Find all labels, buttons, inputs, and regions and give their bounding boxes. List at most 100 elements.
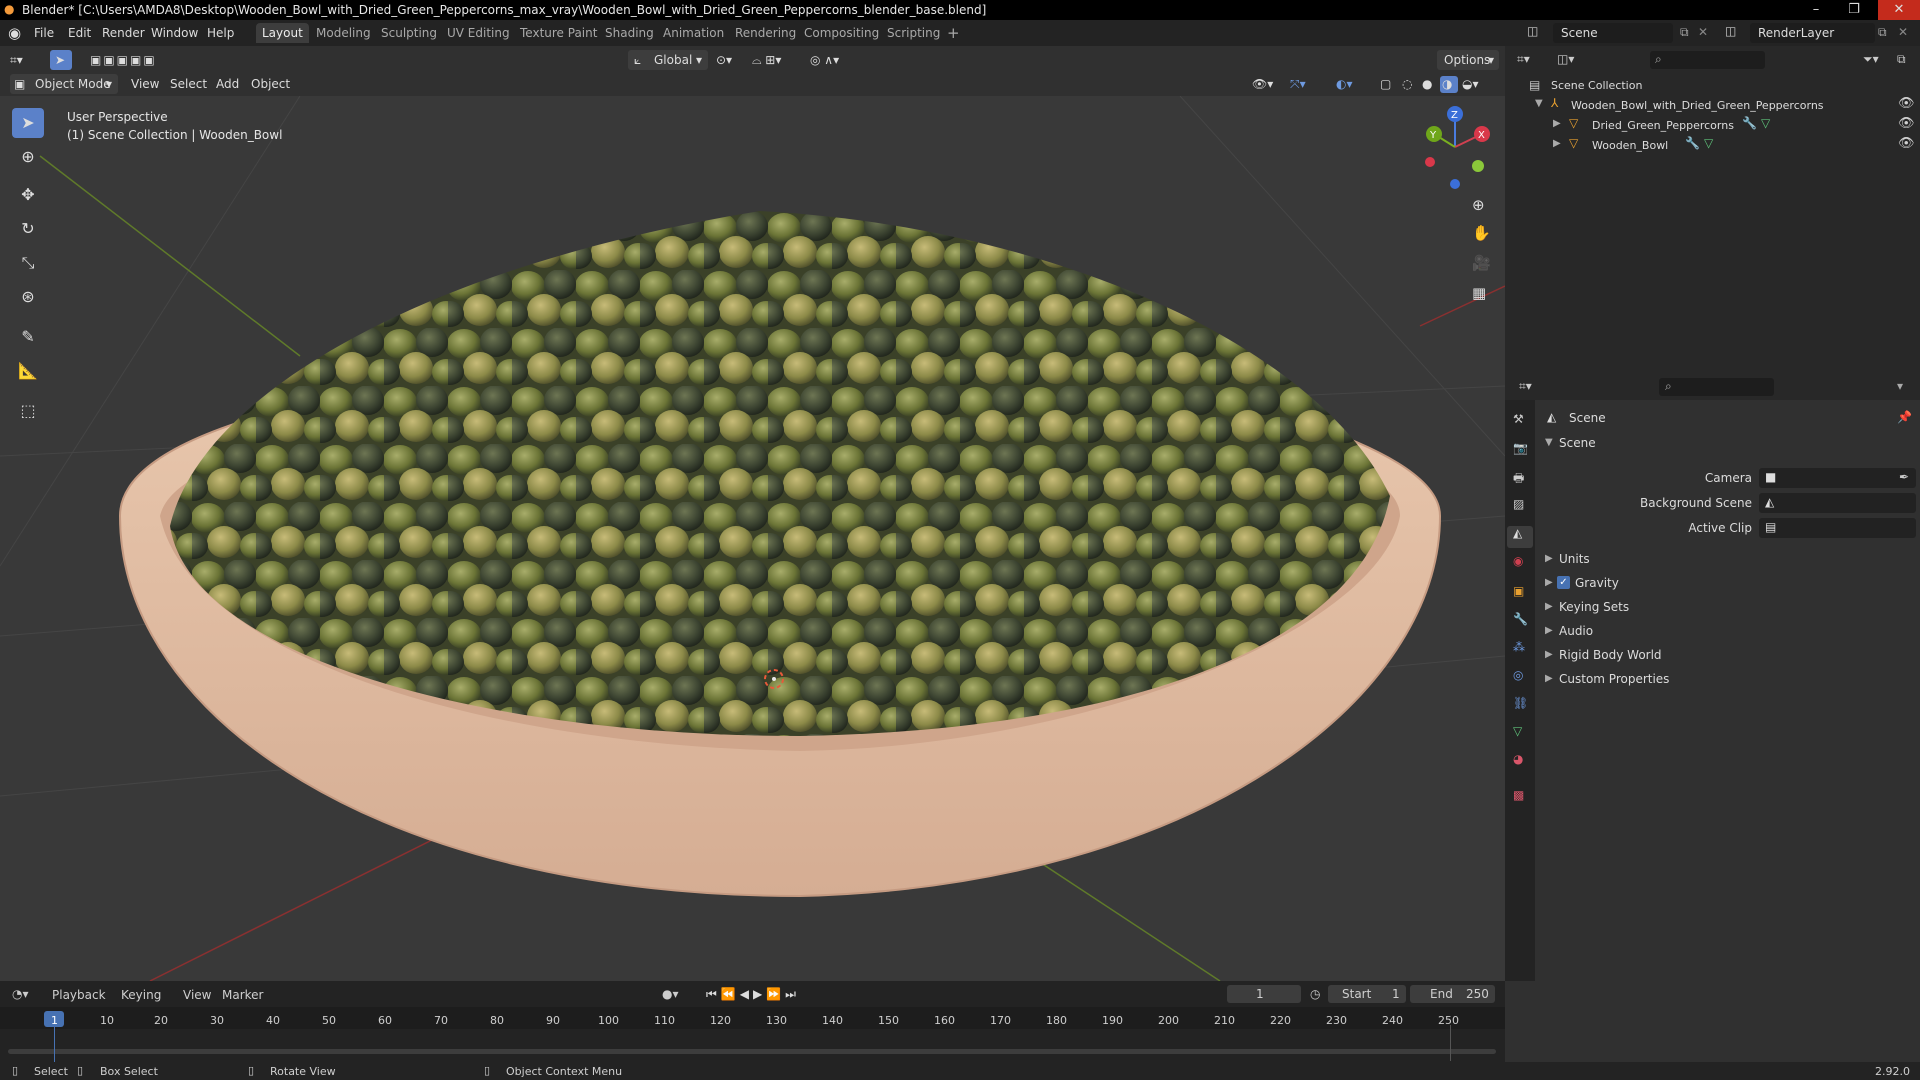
search-icon[interactable]: ⌕ <box>1665 379 1672 394</box>
tab-modeling[interactable]: Modeling <box>310 23 377 43</box>
rotate-tool-icon[interactable]: ↻ <box>12 214 44 244</box>
expand-arrow-icon[interactable]: ▶ <box>1545 625 1553 636</box>
constraints-tab-icon[interactable]: ⛓ <box>1513 696 1528 710</box>
view-layer-tab-icon[interactable]: ▨ <box>1513 497 1524 511</box>
add-workspace-button[interactable]: + <box>941 23 966 43</box>
view-layer-field[interactable]: RenderLayer <box>1758 26 1834 40</box>
modifier-tab-icon[interactable]: 🔧 <box>1513 612 1528 626</box>
measure-tool-icon[interactable]: 📐 <box>12 356 44 386</box>
tab-uv-editing[interactable]: UV Editing <box>441 23 516 43</box>
custom-properties-panel[interactable]: Custom Properties <box>1559 672 1669 686</box>
end-frame-field[interactable]: 250 <box>1466 987 1489 1001</box>
texture-tab-icon[interactable]: ▩ <box>1513 788 1524 802</box>
menu-keying[interactable]: Keying <box>121 988 161 1002</box>
menu-view[interactable]: View <box>131 74 159 94</box>
shading-material-icon[interactable]: ◑ <box>1442 74 1452 94</box>
scene-name-field[interactable]: Scene <box>1561 26 1598 40</box>
expand-arrow-icon[interactable]: ▼ <box>1545 437 1553 448</box>
display-mode-icon[interactable]: ◫▾ <box>1557 52 1574 66</box>
move-tool-icon[interactable]: ✥ <box>12 180 44 210</box>
expand-arrow-icon[interactable]: ▼ <box>1535 98 1543 109</box>
output-tab-icon[interactable]: 🖶 <box>1513 469 1524 490</box>
tool-tab-icon[interactable]: ⚒ <box>1513 412 1524 426</box>
render-tab-icon[interactable]: 📷 <box>1513 441 1528 455</box>
zoom-icon[interactable]: ⊕ <box>1472 196 1485 214</box>
audio-panel[interactable]: Audio <box>1559 624 1593 638</box>
new-collection-icon[interactable]: ⧉ <box>1897 52 1906 67</box>
annotate-tool-icon[interactable]: ✎ <box>12 322 44 352</box>
cursor-tool-icon[interactable]: ⊕ <box>12 142 44 172</box>
menu-file[interactable]: File <box>34 26 54 40</box>
menu-playback[interactable]: Playback <box>52 988 106 1002</box>
keying-sets-panel[interactable]: Keying Sets <box>1559 600 1629 614</box>
menu-marker[interactable]: Marker <box>222 988 263 1002</box>
close-button[interactable]: ✕ <box>1878 0 1920 20</box>
selection-mode-icons[interactable]: ▣▣▣▣▣ <box>90 50 157 70</box>
outliner-item-peppercorns[interactable]: Dried_Green_Peppercorns <box>1592 119 1734 132</box>
xray-toggle-icon[interactable]: ▢ <box>1380 74 1391 94</box>
tab-animation[interactable]: Animation <box>657 23 730 43</box>
auto-keying-icon[interactable]: ●▾ <box>662 987 679 1001</box>
blender-menu-icon[interactable]: ◉ <box>8 24 21 42</box>
view-layer-icon[interactable]: ◫ <box>1725 24 1736 38</box>
tab-layout[interactable]: Layout <box>256 23 309 43</box>
shading-rendered-icon[interactable]: ◒▾ <box>1462 74 1479 94</box>
data-tab-icon[interactable]: ▽ <box>1513 724 1522 738</box>
visibility-eye-icon[interactable]: 👁 <box>1898 136 1915 151</box>
physics-tab-icon[interactable]: ◎ <box>1513 668 1523 682</box>
mesh-data-icon[interactable]: ▽ <box>1704 136 1713 150</box>
modifier-wrench-icon[interactable]: 🔧 <box>1685 136 1700 150</box>
expand-arrow-icon[interactable]: ▶ <box>1545 649 1553 660</box>
menu-object[interactable]: Object <box>251 74 290 94</box>
select-box-tool-icon[interactable]: ➤ <box>12 108 44 138</box>
pivot-point-icon[interactable]: ⊙▾ <box>716 50 732 70</box>
shading-wireframe-icon[interactable]: ◌ <box>1402 74 1412 94</box>
outliner-item-root-object[interactable]: Wooden_Bowl_with_Dried_Green_Peppercorns <box>1571 99 1824 112</box>
particles-tab-icon[interactable]: ⁂ <box>1513 640 1525 654</box>
new-view-layer-icon[interactable]: ⧉ <box>1878 25 1887 40</box>
expand-arrow-icon[interactable]: ▶ <box>1553 118 1561 129</box>
expand-arrow-icon[interactable]: ▶ <box>1553 138 1561 149</box>
new-scene-icon[interactable]: ⧉ <box>1680 25 1689 40</box>
start-frame-field[interactable]: 1 <box>1392 987 1400 1001</box>
editor-type-icon[interactable]: ⌗▾ <box>10 50 23 70</box>
menu-help[interactable]: Help <box>207 26 234 40</box>
overlay-toggle-icon[interactable]: ◐▾ <box>1336 74 1353 94</box>
ortho-grid-icon[interactable]: ▦ <box>1472 284 1486 302</box>
outliner-item-wooden-bowl[interactable]: Wooden_Bowl <box>1592 139 1668 152</box>
chevron-down-icon[interactable]: ▾ <box>1897 379 1903 393</box>
timeline-editor-icon[interactable]: ◔▾ <box>12 987 29 1001</box>
tab-scripting[interactable]: Scripting <box>881 23 946 43</box>
options-dropdown[interactable]: Options <box>1444 50 1490 70</box>
gravity-panel[interactable]: Gravity <box>1575 576 1619 590</box>
navigation-gizmo[interactable]: Z X Y <box>1410 102 1500 192</box>
playback-controls-icon[interactable]: ⏮⏪◀▶⏩⏭ <box>706 987 800 1002</box>
menu-view[interactable]: View <box>183 988 211 1002</box>
expand-arrow-icon[interactable]: ▶ <box>1545 601 1553 612</box>
menu-select[interactable]: Select <box>170 74 207 94</box>
menu-render[interactable]: Render <box>102 26 145 40</box>
shading-solid-icon[interactable]: ● <box>1422 74 1432 94</box>
proportional-edit-icon[interactable]: ◎ ∧▾ <box>810 50 839 70</box>
world-tab-icon[interactable]: ◉ <box>1513 554 1523 568</box>
scale-tool-icon[interactable]: ⤡ <box>12 248 44 278</box>
filter-icon[interactable]: ⏷▾ <box>1863 52 1879 67</box>
add-cube-tool-icon[interactable]: ⬚ <box>12 396 44 426</box>
pan-hand-icon[interactable]: ✋ <box>1472 224 1491 242</box>
maximize-button[interactable]: ❐ <box>1840 0 1868 20</box>
gizmo-toggle-icon[interactable]: ⤧▾ <box>1290 74 1306 94</box>
clock-icon[interactable]: ◷ <box>1310 987 1320 1001</box>
camera-view-icon[interactable]: 🎥 <box>1472 254 1491 272</box>
units-panel[interactable]: Units <box>1559 552 1590 566</box>
outliner-editor-icon[interactable]: ⌗▾ <box>1517 52 1530 67</box>
gravity-checkbox[interactable]: ✓ <box>1557 576 1570 589</box>
visibility-eye-icon[interactable]: 👁 <box>1898 96 1915 111</box>
tab-shading[interactable]: Shading <box>599 23 660 43</box>
scene-selector-icon[interactable]: ◫ <box>1527 24 1538 38</box>
scene-collection-label[interactable]: Scene Collection <box>1551 79 1642 92</box>
delete-scene-icon[interactable]: ✕ <box>1698 25 1708 39</box>
menu-window[interactable]: Window <box>151 26 198 40</box>
tab-texture-paint[interactable]: Texture Paint <box>514 23 603 43</box>
mesh-data-icon[interactable]: ▽ <box>1761 116 1770 130</box>
current-frame-field[interactable]: 1 <box>1256 987 1264 1001</box>
